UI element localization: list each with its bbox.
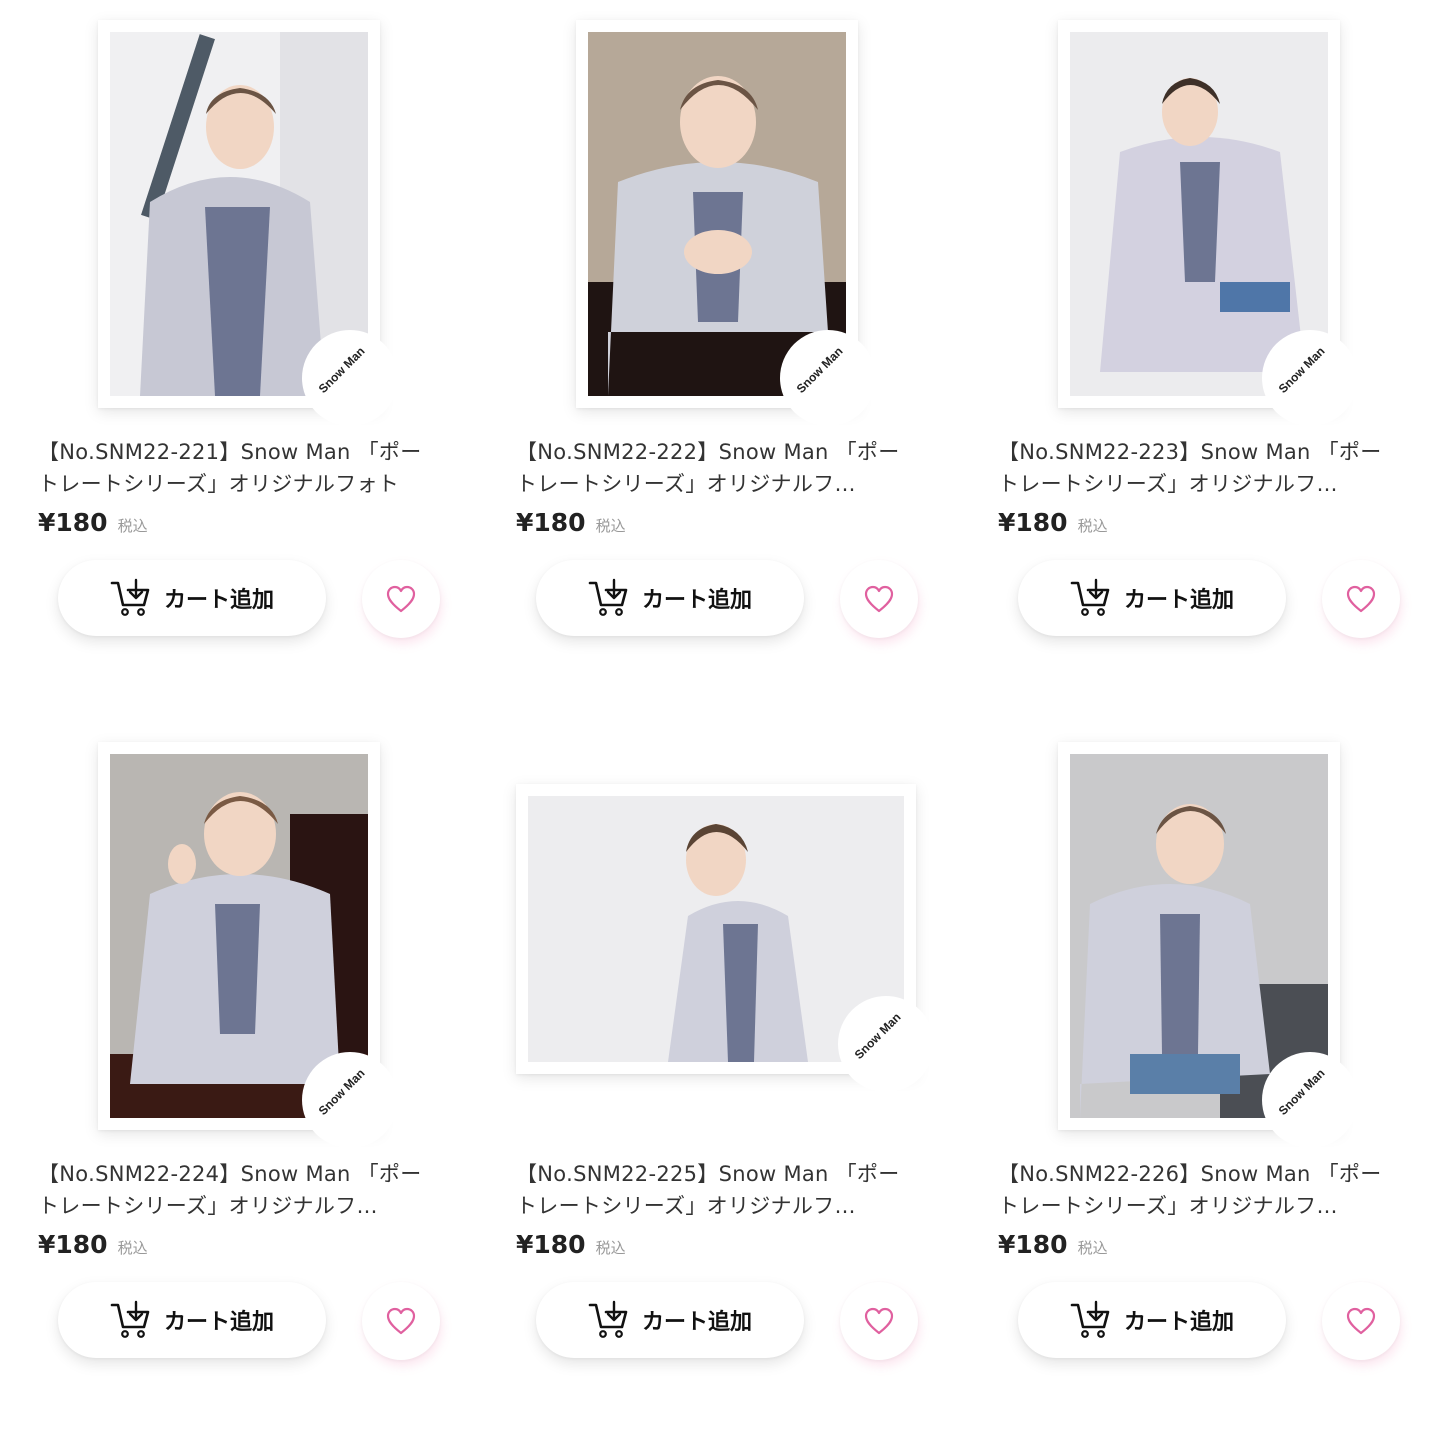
tax-label: 税込 xyxy=(595,1239,626,1257)
favorite-button[interactable] xyxy=(1322,1282,1400,1360)
cart-button-label: カート追加 xyxy=(163,588,274,613)
product-photo[interactable]: Snow Man xyxy=(98,20,398,426)
product-price: ¥180 xyxy=(998,1230,1068,1259)
product-title[interactable]: 【No.SNM22-221】Snow Man 「ポートレートシリーズ」オリジナル… xyxy=(38,436,438,500)
favorite-button[interactable] xyxy=(840,560,918,638)
snow-man-logo: Snow Man xyxy=(838,996,934,1092)
heart-icon xyxy=(864,585,894,613)
cart-add-icon xyxy=(588,578,628,616)
cart-button-label: カート追加 xyxy=(1123,588,1234,613)
snow-man-logo: Snow Man xyxy=(302,1052,398,1148)
product-photo[interactable]: Snow Man xyxy=(1058,742,1358,1148)
product-card: Snow Man 【No.SNM22-224】Snow Man 「ポートレートシ… xyxy=(30,742,460,1422)
product-card: Snow Man 【No.SNM22-221】Snow Man 「ポートレートシ… xyxy=(30,20,460,700)
snow-man-logo: Snow Man xyxy=(780,330,876,426)
price-row: ¥180 税込 xyxy=(38,508,148,537)
add-to-cart-button[interactable]: カート追加 xyxy=(1018,1282,1286,1358)
cart-add-icon xyxy=(110,1300,150,1338)
product-price: ¥180 xyxy=(516,1230,586,1259)
add-to-cart-button[interactable]: カート追加 xyxy=(58,1282,326,1358)
price-row: ¥180 税込 xyxy=(516,1230,626,1259)
price-row: ¥180 税込 xyxy=(998,1230,1108,1259)
product-price: ¥180 xyxy=(998,508,1068,537)
product-price: ¥180 xyxy=(38,508,108,537)
add-to-cart-button[interactable]: カート追加 xyxy=(1018,560,1286,636)
product-title[interactable]: 【No.SNM22-223】Snow Man 「ポートレートシリーズ」オリジナル… xyxy=(998,436,1398,500)
product-photo[interactable]: Snow Man xyxy=(516,784,934,1092)
price-row: ¥180 税込 xyxy=(998,508,1108,537)
heart-icon xyxy=(1346,1307,1376,1335)
product-photo[interactable]: Snow Man xyxy=(576,20,876,426)
product-price: ¥180 xyxy=(38,1230,108,1259)
product-card: Snow Man 【No.SNM22-225】Snow Man 「ポートレートシ… xyxy=(508,742,938,1422)
tax-label: 税込 xyxy=(595,517,626,535)
add-to-cart-button[interactable]: カート追加 xyxy=(58,560,326,636)
cart-add-icon xyxy=(1070,1300,1110,1338)
cart-add-icon xyxy=(1070,578,1110,616)
product-card: Snow Man 【No.SNM22-222】Snow Man 「ポートレートシ… xyxy=(508,20,938,700)
tax-label: 税込 xyxy=(117,1239,148,1257)
snow-man-logo: Snow Man xyxy=(302,330,398,426)
favorite-button[interactable] xyxy=(840,1282,918,1360)
product-photo[interactable]: Snow Man xyxy=(1058,20,1358,426)
favorite-button[interactable] xyxy=(362,560,440,638)
snow-man-logo: Snow Man xyxy=(1262,330,1358,426)
tax-label: 税込 xyxy=(1077,517,1108,535)
product-title[interactable]: 【No.SNM22-224】Snow Man 「ポートレートシリーズ」オリジナル… xyxy=(38,1158,438,1222)
heart-icon xyxy=(864,1307,894,1335)
cart-button-label: カート追加 xyxy=(641,1310,752,1335)
add-to-cart-button[interactable]: カート追加 xyxy=(536,560,804,636)
tax-label: 税込 xyxy=(1077,1239,1108,1257)
price-row: ¥180 税込 xyxy=(38,1230,148,1259)
product-title[interactable]: 【No.SNM22-225】Snow Man 「ポートレートシリーズ」オリジナル… xyxy=(516,1158,916,1222)
price-row: ¥180 税込 xyxy=(516,508,626,537)
favorite-button[interactable] xyxy=(1322,560,1400,638)
cart-button-label: カート追加 xyxy=(1123,1310,1234,1335)
product-card: Snow Man 【No.SNM22-226】Snow Man 「ポートレートシ… xyxy=(990,742,1420,1422)
tax-label: 税込 xyxy=(117,517,148,535)
product-title[interactable]: 【No.SNM22-222】Snow Man 「ポートレートシリーズ」オリジナル… xyxy=(516,436,916,500)
snow-man-logo: Snow Man xyxy=(1262,1052,1358,1148)
product-card: Snow Man 【No.SNM22-223】Snow Man 「ポートレートシ… xyxy=(990,20,1420,700)
cart-button-label: カート追加 xyxy=(641,588,752,613)
cart-add-icon xyxy=(110,578,150,616)
product-price: ¥180 xyxy=(516,508,586,537)
product-grid: Snow Man 【No.SNM22-221】Snow Man 「ポートレートシ… xyxy=(0,0,1440,1440)
cart-add-icon xyxy=(588,1300,628,1338)
cart-button-label: カート追加 xyxy=(163,1310,274,1335)
favorite-button[interactable] xyxy=(362,1282,440,1360)
product-photo[interactable]: Snow Man xyxy=(98,742,398,1148)
heart-icon xyxy=(1346,585,1376,613)
product-title[interactable]: 【No.SNM22-226】Snow Man 「ポートレートシリーズ」オリジナル… xyxy=(998,1158,1398,1222)
add-to-cart-button[interactable]: カート追加 xyxy=(536,1282,804,1358)
heart-icon xyxy=(386,585,416,613)
heart-icon xyxy=(386,1307,416,1335)
